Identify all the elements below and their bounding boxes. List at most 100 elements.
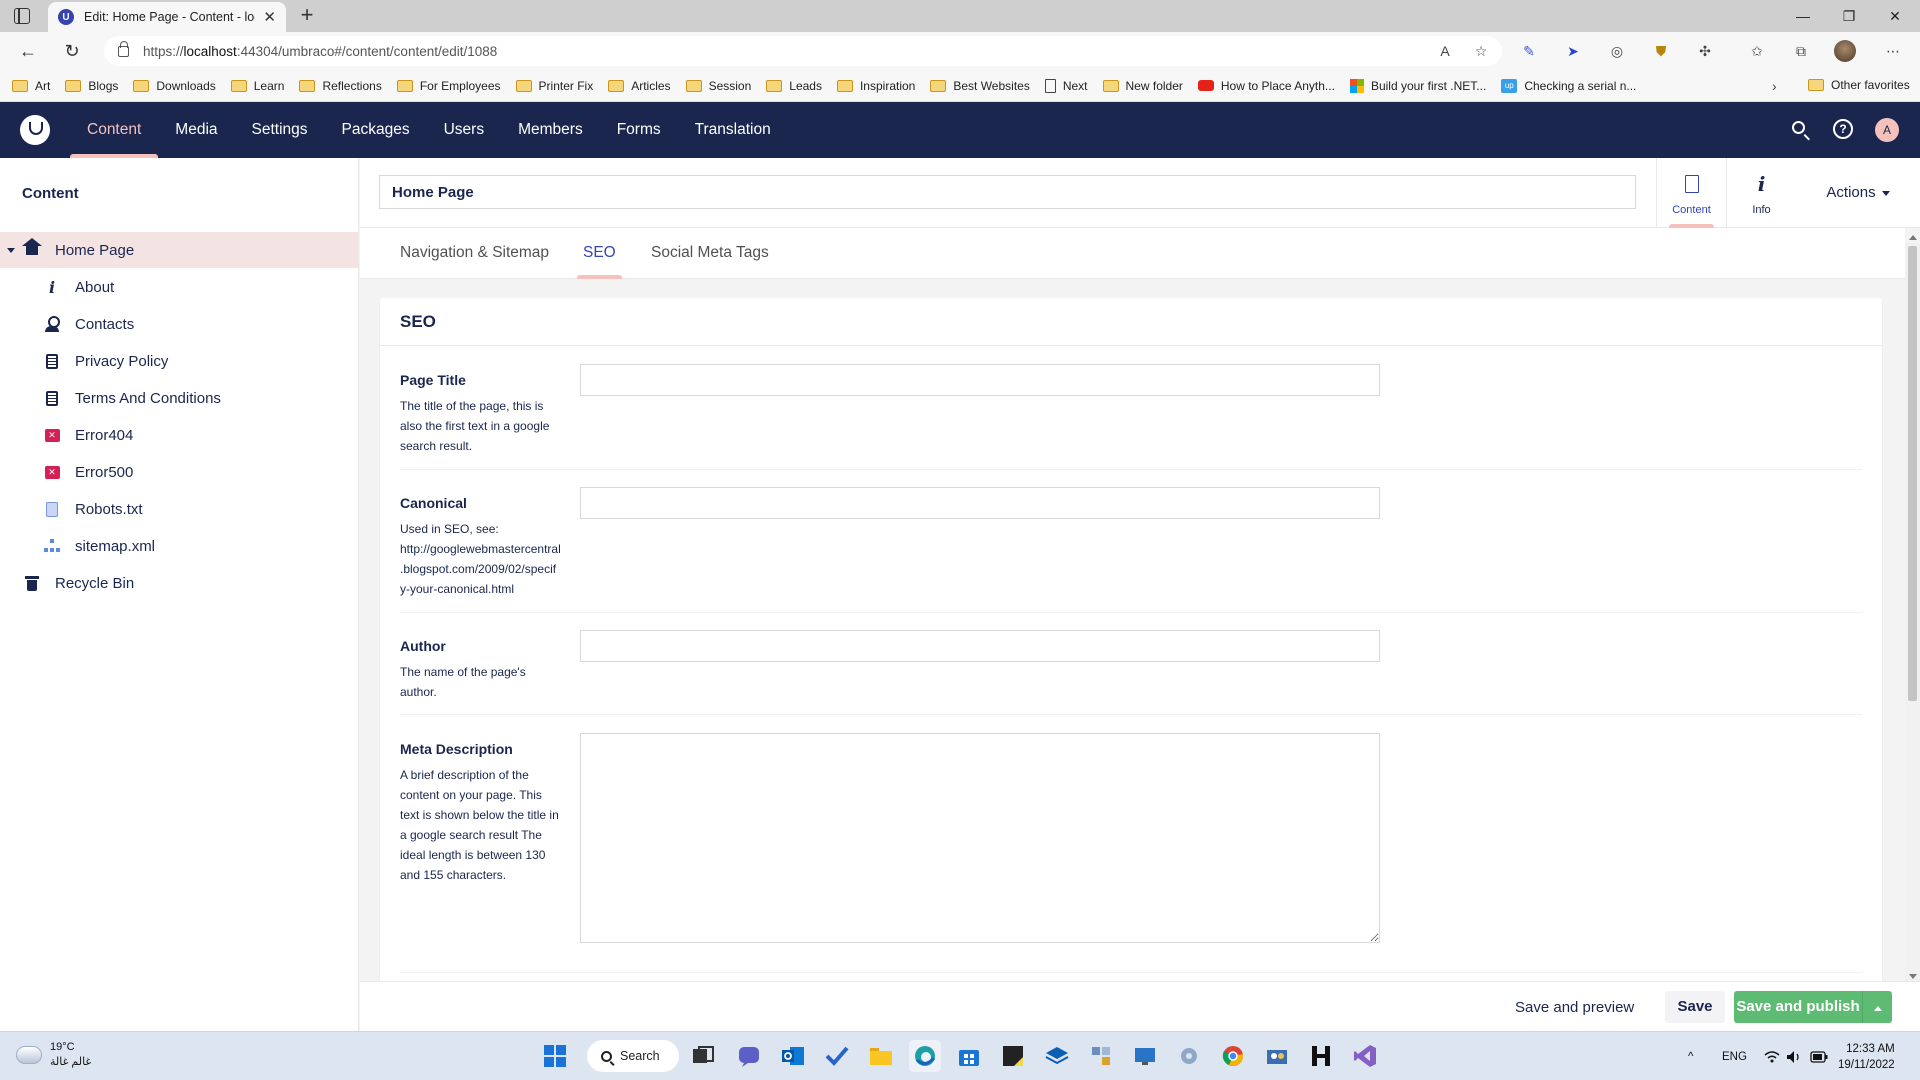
weather-widget[interactable]: 19°C غالم غالة bbox=[16, 1040, 91, 1070]
extensions-puzzle-icon[interactable]: ✣ bbox=[1694, 40, 1716, 62]
extension-shield-icon[interactable]: ⛊ bbox=[1650, 40, 1672, 62]
save-and-preview-button[interactable]: Save and preview bbox=[1515, 993, 1634, 1023]
read-aloud-icon[interactable]: A bbox=[1434, 40, 1456, 62]
nav-media[interactable]: Media bbox=[158, 102, 234, 158]
url-input[interactable]: https://localhost:44304/umbraco#/content… bbox=[104, 36, 1502, 66]
chrome-icon[interactable] bbox=[1217, 1040, 1249, 1072]
extension-circle-icon[interactable]: ◎ bbox=[1606, 40, 1628, 62]
page-title-input[interactable] bbox=[580, 364, 1380, 396]
bookmark-item[interactable]: up Checking a serial n... bbox=[1501, 78, 1636, 93]
scroll-down-icon[interactable] bbox=[1909, 974, 1917, 979]
battery-icon[interactable] bbox=[1810, 1032, 1828, 1080]
save-and-publish-button[interactable]: Save and publish bbox=[1734, 991, 1862, 1023]
bookmark-item[interactable]: Printer Fix bbox=[515, 79, 593, 93]
meta-description-textarea[interactable] bbox=[580, 733, 1380, 943]
tree-item-robots[interactable]: Robots.txt bbox=[0, 491, 358, 527]
nav-content[interactable]: Content bbox=[70, 102, 159, 158]
search-icon[interactable] bbox=[1790, 119, 1812, 141]
tree-item-terms[interactable]: Terms And Conditions bbox=[0, 380, 358, 416]
extension-arrow-icon[interactable]: ➤ bbox=[1562, 40, 1584, 62]
app-h-icon[interactable] bbox=[1305, 1040, 1337, 1072]
windows-start-icon[interactable] bbox=[539, 1040, 571, 1072]
nav-translation[interactable]: Translation bbox=[678, 102, 788, 158]
todo-icon[interactable] bbox=[821, 1040, 853, 1072]
save-button[interactable]: Save bbox=[1665, 991, 1725, 1023]
bookmark-item[interactable]: How to Place Anyth... bbox=[1197, 79, 1335, 93]
bookmark-item[interactable]: Session bbox=[685, 79, 751, 93]
edge-icon[interactable] bbox=[909, 1040, 941, 1072]
app-people-icon[interactable] bbox=[1261, 1040, 1293, 1072]
visual-studio-icon[interactable] bbox=[1349, 1040, 1381, 1072]
task-view-icon[interactable] bbox=[687, 1040, 719, 1072]
taskbar-search[interactable]: Search bbox=[587, 1040, 679, 1072]
node-name-input[interactable] bbox=[379, 175, 1636, 209]
volume-icon[interactable] bbox=[1786, 1032, 1802, 1080]
publish-options-caret-icon[interactable] bbox=[1862, 991, 1892, 1023]
show-hidden-icons-chevron[interactable]: ^ bbox=[1688, 1032, 1693, 1080]
more-menu-icon[interactable]: ⋯ bbox=[1882, 40, 1904, 62]
add-favorite-icon[interactable]: ☆ bbox=[1470, 40, 1492, 62]
bookmark-item[interactable]: Leads bbox=[766, 79, 822, 93]
bookmark-item[interactable]: Art bbox=[12, 79, 50, 93]
tree-item-recycle-bin[interactable]: Recycle Bin bbox=[0, 565, 358, 601]
tree-item-home-page[interactable]: Home Page bbox=[0, 232, 358, 268]
tree-item-error500[interactable]: ✕ Error500 bbox=[0, 454, 358, 490]
tree-item-privacy-policy[interactable]: Privacy Policy bbox=[0, 343, 358, 379]
browser-tab-active[interactable]: U Edit: Home Page - Content - loca ✕ bbox=[48, 2, 286, 32]
author-input[interactable] bbox=[580, 630, 1380, 662]
app-content-button[interactable]: Content bbox=[1656, 158, 1726, 228]
scroll-up-icon[interactable] bbox=[1909, 235, 1917, 240]
bookmark-item[interactable]: Best Websites bbox=[930, 79, 1030, 93]
nav-users[interactable]: Users bbox=[427, 102, 501, 158]
caret-down-icon[interactable] bbox=[7, 247, 15, 253]
outlook-icon[interactable] bbox=[777, 1040, 809, 1072]
nav-members[interactable]: Members bbox=[501, 102, 600, 158]
tree-item-contacts[interactable]: Contacts bbox=[0, 306, 358, 342]
bookmark-item[interactable]: Articles bbox=[608, 79, 671, 93]
bookmark-item[interactable]: Learn bbox=[230, 79, 284, 93]
app-network-icon[interactable] bbox=[1085, 1040, 1117, 1072]
bookmark-item[interactable]: Build your first .NET... bbox=[1349, 78, 1486, 93]
app-info-button[interactable]: i Info bbox=[1726, 158, 1796, 228]
tab-seo[interactable]: SEO bbox=[577, 228, 622, 279]
tab-navigation-sitemap[interactable]: Navigation & Sitemap bbox=[400, 228, 549, 279]
back-arrow-icon[interactable]: ← bbox=[16, 39, 40, 63]
file-explorer-icon[interactable] bbox=[865, 1040, 897, 1072]
nav-packages[interactable]: Packages bbox=[325, 102, 427, 158]
user-avatar[interactable]: A bbox=[1875, 118, 1899, 142]
bookmark-item[interactable]: Reflections bbox=[299, 79, 382, 93]
collections-icon[interactable]: ⧉ bbox=[1790, 40, 1812, 62]
other-favorites[interactable]: Other favorites bbox=[1808, 78, 1910, 92]
bookmark-item[interactable]: Blogs bbox=[65, 79, 118, 93]
lock-icon[interactable] bbox=[118, 40, 129, 57]
microsoft-store-icon[interactable] bbox=[953, 1040, 985, 1072]
tree-item-about[interactable]: i About bbox=[0, 269, 358, 305]
chevron-right-icon[interactable]: › bbox=[1772, 78, 1777, 94]
profile-avatar[interactable] bbox=[1834, 40, 1856, 62]
canonical-input[interactable] bbox=[580, 487, 1380, 519]
scrollbar-thumb[interactable] bbox=[1908, 246, 1917, 701]
minimize-icon[interactable]: — bbox=[1780, 0, 1826, 32]
bookmark-item[interactable]: For Employees bbox=[396, 79, 501, 93]
restore-icon[interactable]: ❐ bbox=[1826, 0, 1872, 32]
nav-forms[interactable]: Forms bbox=[600, 102, 678, 158]
system-clock[interactable]: 12:33 AM 19/11/2022 bbox=[1838, 1041, 1895, 1073]
tab-social-meta-tags[interactable]: Social Meta Tags bbox=[651, 228, 769, 279]
remote-desktop-icon[interactable] bbox=[1129, 1040, 1161, 1072]
umbraco-logo-icon[interactable] bbox=[20, 115, 50, 145]
actions-button[interactable]: Actions bbox=[1796, 158, 1920, 228]
favorites-icon[interactable]: ✩ bbox=[1746, 40, 1768, 62]
new-tab-button[interactable]: + bbox=[294, 3, 320, 29]
app-blue-layers-icon[interactable] bbox=[1041, 1040, 1073, 1072]
app-gear-icon[interactable] bbox=[1173, 1040, 1205, 1072]
bookmark-item[interactable]: Inspiration bbox=[836, 79, 915, 93]
close-tab-icon[interactable]: ✕ bbox=[263, 8, 276, 26]
input-language[interactable]: ENG bbox=[1722, 1032, 1747, 1080]
tree-item-sitemap[interactable]: sitemap.xml bbox=[0, 528, 358, 564]
editor-scrollbar[interactable] bbox=[1905, 235, 1920, 981]
bookmark-item[interactable]: Downloads bbox=[133, 79, 216, 93]
bookmark-item[interactable]: Next bbox=[1044, 78, 1088, 93]
close-window-icon[interactable]: ✕ bbox=[1872, 0, 1918, 32]
sticky-notes-icon[interactable] bbox=[997, 1040, 1029, 1072]
nav-settings[interactable]: Settings bbox=[235, 102, 325, 158]
